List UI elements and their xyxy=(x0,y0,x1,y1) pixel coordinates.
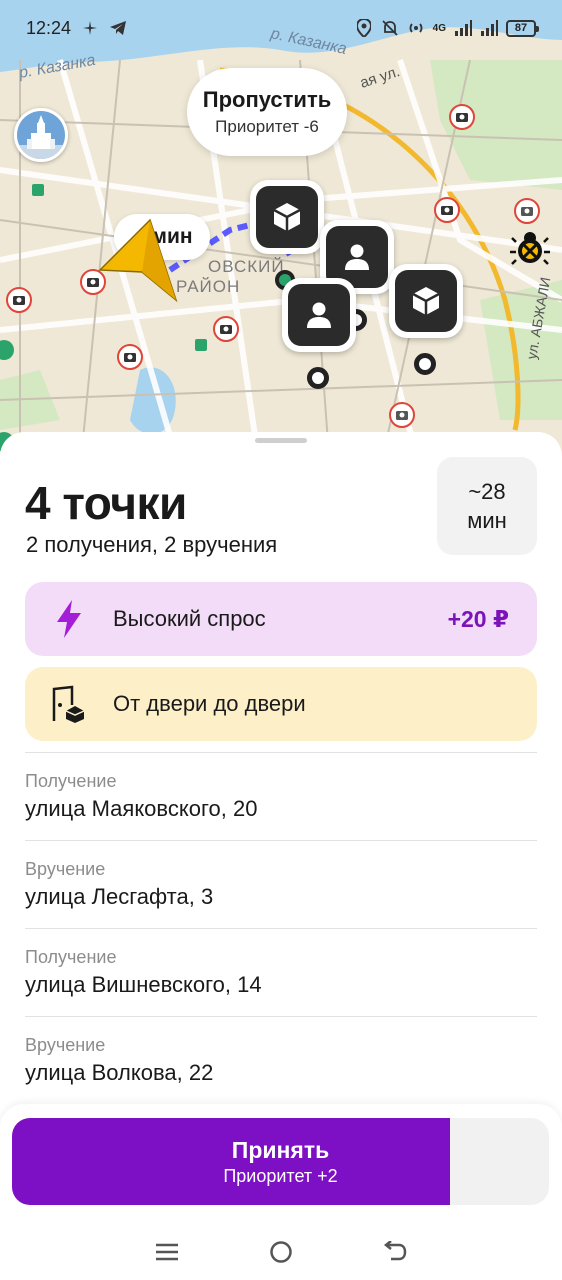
sheet-grabber[interactable] xyxy=(255,438,307,443)
status-time: 12:24 xyxy=(26,17,72,38)
street-label-top: ая ул. xyxy=(358,63,402,92)
list-item[interactable]: Вручение улица Лесгафта, 3 xyxy=(25,840,537,928)
accept-panel: Принять Приоритет +2 xyxy=(0,1104,562,1224)
door-box-icon xyxy=(51,685,87,723)
eta-unit: мин xyxy=(467,508,507,533)
back-icon[interactable] xyxy=(375,1232,415,1272)
skip-button[interactable]: Пропустить Приоритет -6 xyxy=(187,68,347,156)
stop-type: Вручение xyxy=(25,1035,106,1055)
status-bar: 12:24 4G 87 xyxy=(0,0,562,56)
person-icon xyxy=(307,302,331,328)
vpn-icon xyxy=(81,19,99,37)
menu-icon[interactable] xyxy=(147,1232,187,1272)
package-icon xyxy=(412,287,440,315)
skip-title: Пропустить xyxy=(202,87,332,112)
stop-type: Вручение xyxy=(25,859,106,879)
district-label-1: ОВСКИЙ xyxy=(208,257,285,276)
telegram-icon xyxy=(109,19,127,37)
eta-value: ~28 xyxy=(468,479,506,504)
mute-icon xyxy=(381,19,399,37)
stop-type: Получение xyxy=(25,947,117,967)
point-marker xyxy=(307,367,329,389)
order-subtitle: 2 получения, 2 вручения xyxy=(26,532,278,557)
stop-address: улица Маяковского, 20 xyxy=(25,796,258,821)
list-item[interactable]: Получение улица Вишневского, 14 xyxy=(25,928,537,1016)
home-icon[interactable] xyxy=(261,1232,301,1272)
hotspot-icon xyxy=(407,19,425,37)
battery-indicator: 87 xyxy=(506,19,539,37)
location-icon xyxy=(355,19,373,37)
route-stops-list: Получение улица Маяковского, 20 Вручение… xyxy=(25,752,537,1104)
person-icon xyxy=(345,244,369,270)
pickup-pin-2[interactable] xyxy=(389,264,463,338)
map-view[interactable]: р. Казанка р. Казанка ая ул. ОВСКИЙ РАЙО… xyxy=(0,0,562,470)
stop-address: улица Вишневского, 14 xyxy=(25,972,262,997)
point-marker xyxy=(414,353,436,375)
accept-priority: Приоритет +2 xyxy=(223,1165,338,1186)
lightning-icon xyxy=(51,600,87,638)
accept-title: Принять xyxy=(231,1136,330,1163)
door-to-door-label: От двери до двери xyxy=(113,691,306,716)
high-demand-label: Высокий спрос xyxy=(113,606,266,631)
avatar[interactable] xyxy=(14,108,68,162)
system-nav-bar xyxy=(0,1224,562,1280)
high-demand-badge: Высокий спрос +20 ₽ xyxy=(25,582,537,656)
package-icon xyxy=(273,203,301,231)
stop-address: улица Волкова, 22 xyxy=(25,1060,214,1085)
skip-priority: Приоритет -6 xyxy=(215,117,319,136)
list-item[interactable]: Вручение улица Волкова, 22 xyxy=(25,1016,537,1104)
door-to-door-badge: От двери до двери xyxy=(25,667,537,741)
pickup-pin-1[interactable] xyxy=(250,180,324,254)
navigation-arrow-icon xyxy=(98,218,178,303)
signal-icon-2 xyxy=(480,19,498,37)
accept-button[interactable]: Принять Приоритет +2 xyxy=(12,1118,549,1205)
high-demand-bonus: +20 ₽ xyxy=(447,605,509,632)
dropoff-pin-2[interactable] xyxy=(282,278,356,352)
eta-badge: ~28 мин xyxy=(437,457,537,555)
network-type: 4G xyxy=(432,22,446,34)
stop-address: улица Лесгафта, 3 xyxy=(25,884,214,909)
bug-icon[interactable] xyxy=(510,228,550,266)
stop-type: Получение xyxy=(25,771,117,791)
order-title: 4 точки xyxy=(25,477,187,529)
signal-icon xyxy=(454,19,472,37)
list-item[interactable]: Получение улица Маяковского, 20 xyxy=(25,752,537,840)
kremlin-avatar-icon xyxy=(17,111,65,159)
